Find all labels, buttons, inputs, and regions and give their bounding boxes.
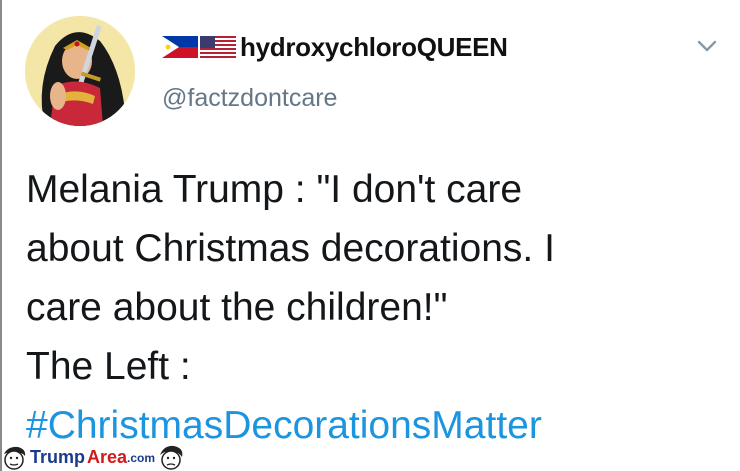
watermark-text-trump: Trump	[30, 447, 86, 467]
avatar-illustration	[25, 16, 135, 126]
caricature-face-icon	[160, 445, 183, 470]
user-handle[interactable]: @factzdontcare	[162, 84, 337, 113]
chevron-down-icon[interactable]	[694, 33, 720, 59]
watermark-text-com: .com	[127, 450, 156, 465]
left-edge-border	[0, 0, 2, 471]
avatar[interactable]	[25, 16, 135, 126]
usa-flag-icon	[200, 36, 236, 58]
watermark: Trump Area .com	[0, 444, 224, 471]
author-name-row[interactable]: hydroxychloroQUEEN	[162, 30, 508, 64]
watermark-text-area: Area	[87, 447, 128, 467]
tweet-text-line: about Christmas decorations. I	[26, 227, 555, 270]
tweet-text-line: The Left :	[26, 345, 191, 388]
philippines-flag-icon	[162, 36, 198, 58]
display-name: hydroxychloroQUEEN	[240, 31, 508, 62]
tweet-text: Melania Trump : "I don't care about Chri…	[26, 160, 726, 455]
tweet-text-line: Melania Trump : "I don't care	[26, 168, 523, 211]
caricature-face-icon	[4, 446, 26, 470]
tweet-text-line: care about the children!"	[26, 286, 448, 329]
